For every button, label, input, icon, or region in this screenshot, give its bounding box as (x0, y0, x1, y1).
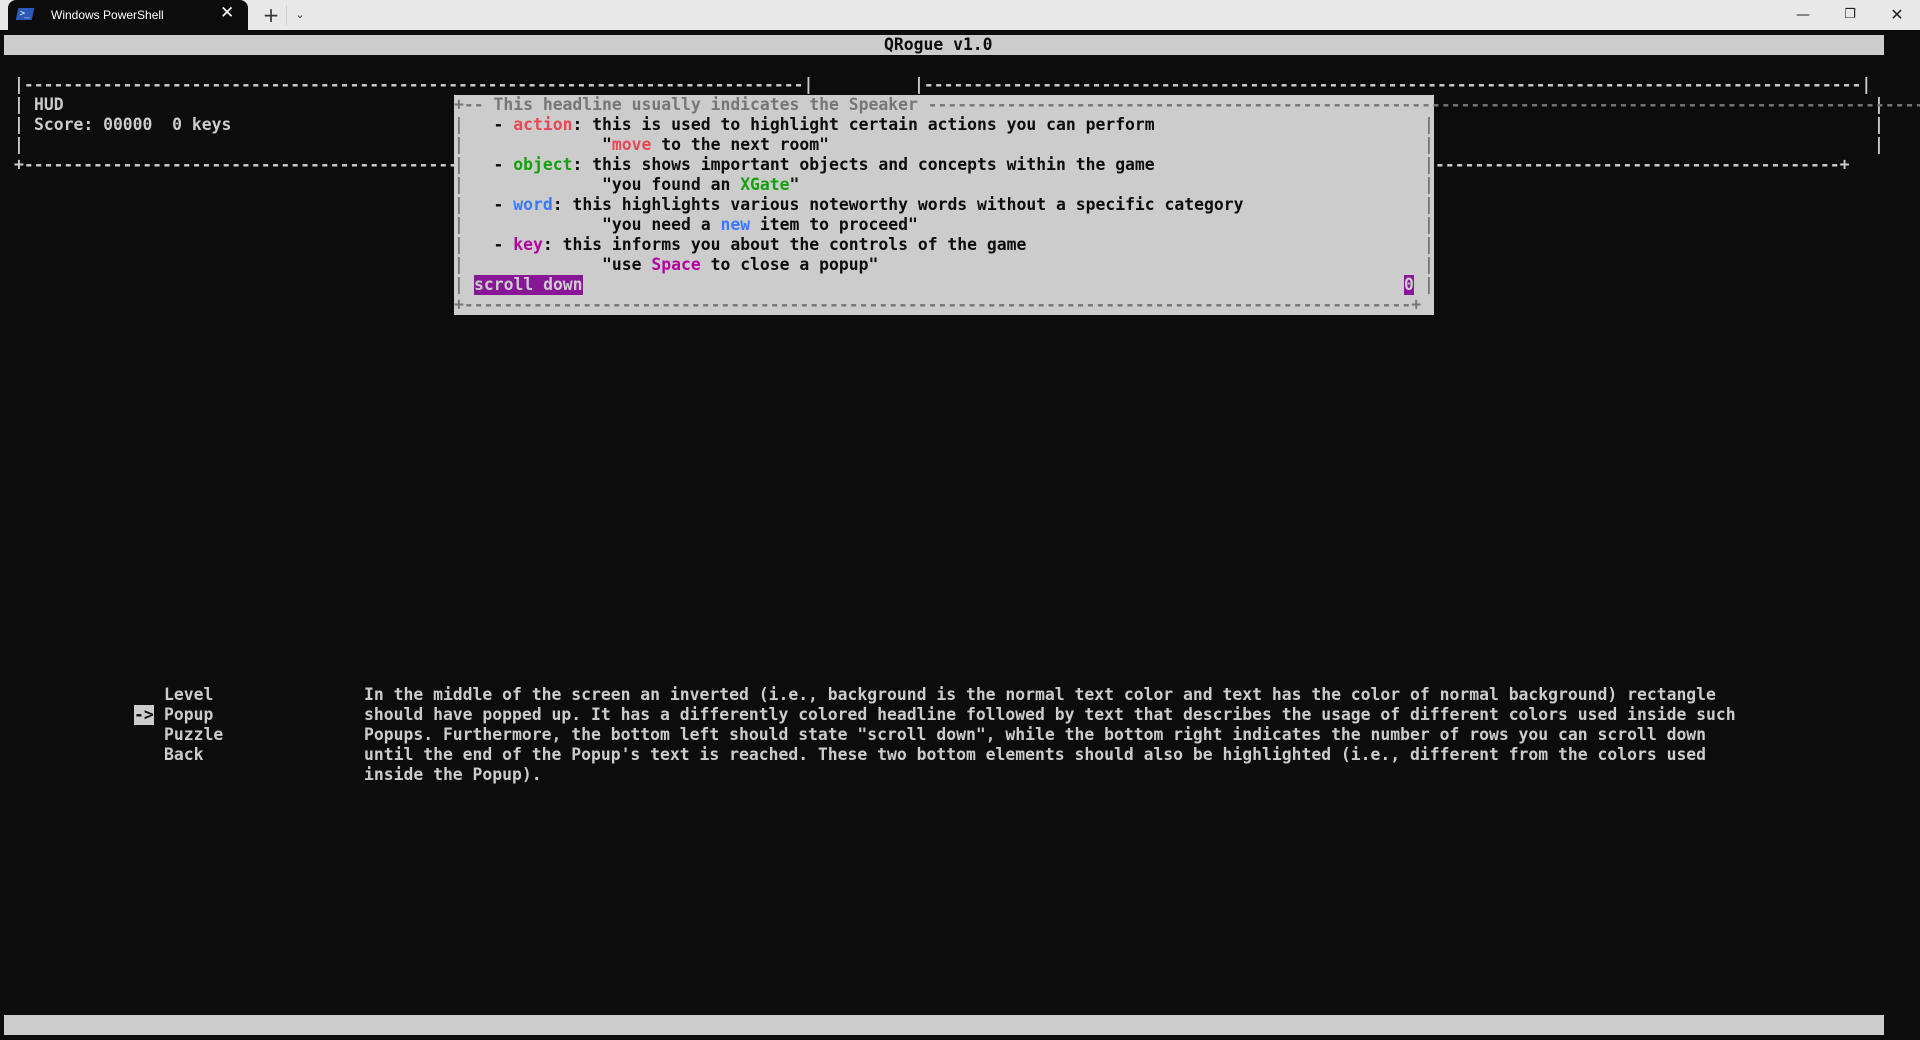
scroll-count-indicator: 0 (1404, 275, 1414, 295)
new-tab-button[interactable]: + (258, 2, 284, 28)
example-highlight: move (611, 135, 652, 154)
popup-side-right: | (1424, 215, 1434, 234)
popup-side-right: | (1424, 195, 1434, 214)
popup-line: | "use Space to close a popup" (454, 255, 878, 275)
popup: +-- This headline usually indicates the … (454, 95, 1920, 315)
popup-border-bottom: +---------------------------------------… (454, 295, 1422, 314)
scroll-down-indicator: scroll down (474, 275, 583, 295)
example-highlight: XGate (740, 175, 790, 194)
hud-score: Score: 00000 0 keys (34, 115, 232, 134)
popup-border: ----------------------------------------… (927, 95, 1920, 114)
app-title: QRogue v1.0 (884, 35, 993, 54)
popup-side-left: | (454, 275, 464, 294)
powershell-icon: >_ (15, 8, 35, 20)
bullet: - (493, 115, 514, 134)
description-line: Popups. Furthermore, the bottom left sho… (364, 725, 1707, 744)
example-text: "use (602, 255, 652, 274)
close-window-button[interactable]: ✕ (1874, 0, 1920, 30)
popup-line: | "you need a new item to proceed" (454, 215, 918, 235)
popup-line: | - object: this shows important objects… (454, 155, 1155, 175)
popup-border: +-- (454, 95, 494, 114)
menu-item-level[interactable]: Level (164, 685, 213, 705)
example-highlight: new (720, 215, 751, 234)
menu-item-back[interactable]: Back (164, 745, 203, 765)
popup-side-left: | (454, 115, 464, 134)
bottom-status-bar (4, 1015, 1884, 1035)
tab-windows-powershell[interactable]: >_ Windows PowerShell ✕ (8, 0, 248, 31)
tab-dropdown-button[interactable]: ⌄ (290, 2, 310, 28)
description-line: until the end of the Popup's text is rea… (364, 745, 1707, 764)
example-text: "you found an (602, 175, 741, 194)
term-description: : this highlights various noteworthy wor… (552, 195, 1244, 214)
maximize-button[interactable]: ❐ (1827, 0, 1873, 30)
bullet: - (493, 195, 514, 214)
popup-side-left: | (454, 155, 464, 174)
popup-side-right: | (1424, 235, 1434, 254)
popup-line: | - action: this is used to highlight ce… (454, 115, 1155, 135)
hud-side-left: | (14, 115, 24, 134)
popup-line: | "you found an XGate" (454, 175, 799, 195)
highlight-term: key (513, 235, 543, 254)
close-tab-icon[interactable]: ✕ (220, 3, 234, 23)
term-description: : this shows important objects and conce… (572, 155, 1155, 174)
popup-line: | "move to the next room" (454, 135, 829, 155)
popup-side-right: | (1424, 275, 1434, 294)
tab-separator (286, 5, 287, 25)
example-text: item to proceed" (750, 215, 918, 234)
tab-strip: >_ Windows PowerShell ✕ + ⌄ — ❐ ✕ (0, 0, 1920, 31)
bullet: - (493, 155, 514, 174)
description-line: In the middle of the screen an inverted … (364, 685, 1716, 704)
popup-side-right: | (1424, 115, 1434, 134)
description-line: should have popped up. It has a differen… (364, 705, 1736, 724)
popup-side-left: | (454, 255, 464, 274)
hud-side-left: | (14, 135, 24, 154)
example-text: " (602, 135, 612, 154)
term-description: : this informs you about the controls of… (542, 235, 1027, 254)
hud-border-top-right: |---------------------------------------… (914, 75, 1872, 94)
highlight-term: action (513, 115, 573, 134)
menu-item-popup[interactable]: Popup (164, 705, 213, 725)
popup-line: | - key: this informs you about the cont… (454, 235, 1026, 255)
highlight-term: object (513, 155, 573, 174)
example-text: " (789, 175, 800, 194)
popup-side-left: | (454, 195, 464, 214)
popup-side-right: | (1424, 155, 1434, 174)
popup-side-left: | (454, 135, 464, 154)
popup-side-left: | (454, 175, 464, 194)
popup-side-right: | (1424, 255, 1434, 274)
popup-headline-row: +-- This headline usually indicates the … (454, 95, 1920, 115)
hud-side-left: | (14, 95, 24, 114)
hud-side-right: | (1874, 115, 1884, 134)
tab-title: Windows PowerShell (51, 8, 164, 22)
popup-line: | - word: this highlights various notewo… (454, 195, 1243, 215)
hud-title: HUD (34, 95, 64, 114)
hud-border-top-left: |---------------------------------------… (14, 75, 814, 94)
menu-selector-arrow-icon: -> (134, 705, 154, 725)
terminal: QRogue v1.0 |---------------------------… (0, 30, 1920, 1040)
popup-side-left: | (454, 215, 464, 234)
example-highlight: Space (651, 255, 701, 274)
description-line: inside the Popup). (364, 765, 542, 784)
example-text: "you need a (602, 215, 721, 234)
bullet: - (493, 235, 514, 254)
example-text: to the next room" (651, 135, 830, 154)
menu-item-puzzle[interactable]: Puzzle (164, 725, 223, 745)
popup-side-right: | (1424, 175, 1434, 194)
example-text: to close a popup" (700, 255, 879, 274)
hud-side-right: | (1874, 135, 1884, 154)
minimize-button[interactable]: — (1780, 0, 1826, 30)
term-description: : this is used to highlight certain acti… (572, 115, 1155, 134)
popup-headline: This headline usually indicates the Spea… (493, 95, 918, 114)
popup-side-left: | (454, 235, 464, 254)
highlight-term: word (513, 195, 553, 214)
popup-side-right: | (1424, 135, 1434, 154)
